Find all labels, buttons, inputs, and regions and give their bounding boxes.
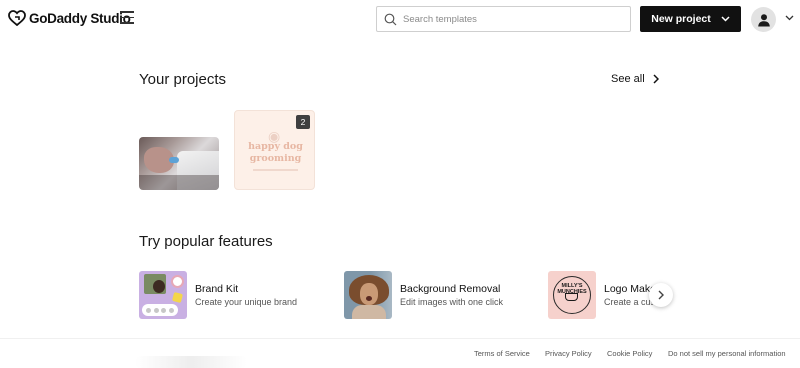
project-thumbnail-dog-grooming[interactable]: ◉ happy dog grooming 2 xyxy=(234,110,315,190)
chevron-right-icon xyxy=(658,290,664,300)
carousel-next-button[interactable] xyxy=(649,283,673,307)
footer-link-privacy[interactable]: Privacy Policy xyxy=(545,349,592,358)
see-all-label: See all xyxy=(611,73,645,85)
page-count-badge: 2 xyxy=(296,115,310,129)
logo-maker-thumbnail: MILLY'S MUNCHIES xyxy=(548,271,596,319)
brand-name: GoDaddy Studio xyxy=(29,10,131,26)
search-box[interactable] xyxy=(376,6,631,32)
feature-subtitle: Create your unique brand xyxy=(195,297,298,307)
feature-title: Brand Kit xyxy=(195,283,239,295)
your-projects-heading: Your projects xyxy=(139,71,226,88)
footer-placeholder xyxy=(135,356,247,368)
godaddy-studio-logo[interactable]: GoDaddy Studio xyxy=(8,8,131,28)
avatar[interactable] xyxy=(751,7,776,32)
godaddy-logo-icon xyxy=(8,10,26,26)
project-design-tagline xyxy=(253,169,298,171)
project-design-line: happy dog xyxy=(248,141,303,152)
footer-link-do-not-sell[interactable]: Do not sell my personal information xyxy=(668,349,786,358)
feature-title: Background Removal xyxy=(400,283,501,295)
feature-subtitle: Edit images with one click xyxy=(400,297,504,307)
project-image-detail xyxy=(139,175,219,190)
top-bar: GoDaddy Studio New project xyxy=(0,0,800,38)
chevron-down-icon xyxy=(721,16,730,22)
project-thumbnail-photo[interactable] xyxy=(139,137,219,190)
popular-features-heading: Try popular features xyxy=(139,233,273,250)
brand-kit-thumbnail xyxy=(139,271,187,319)
account-chevron-down-icon[interactable] xyxy=(785,15,794,21)
background-removal-thumbnail xyxy=(344,271,392,319)
feature-logo-maker[interactable]: MILLY'S MUNCHIES Logo Maker Create a cus… xyxy=(548,271,653,320)
feature-title: Logo Maker xyxy=(604,283,653,295)
search-icon xyxy=(384,13,397,25)
user-icon xyxy=(757,13,770,26)
feature-background-removal[interactable]: Background Removal Edit images with one … xyxy=(344,271,544,320)
feature-subtitle: Create a custom logo xyxy=(604,297,653,307)
cup-icon xyxy=(565,293,578,301)
project-image-detail xyxy=(169,157,179,163)
see-all-link[interactable]: See all xyxy=(611,73,659,85)
footer-link-cookies[interactable]: Cookie Policy xyxy=(607,349,652,358)
project-design-line: grooming xyxy=(249,153,302,164)
new-project-label: New project xyxy=(651,13,711,25)
search-input[interactable] xyxy=(403,13,623,25)
project-design-text: happy dog grooming xyxy=(235,141,314,165)
footer-divider xyxy=(0,338,800,339)
feature-brand-kit[interactable]: Brand Kit Create your unique brand xyxy=(139,271,339,320)
chevron-right-icon xyxy=(653,74,659,84)
new-project-button[interactable]: New project xyxy=(640,6,741,32)
footer-link-terms[interactable]: Terms of Service xyxy=(474,349,530,358)
menu-icon[interactable] xyxy=(120,11,134,25)
